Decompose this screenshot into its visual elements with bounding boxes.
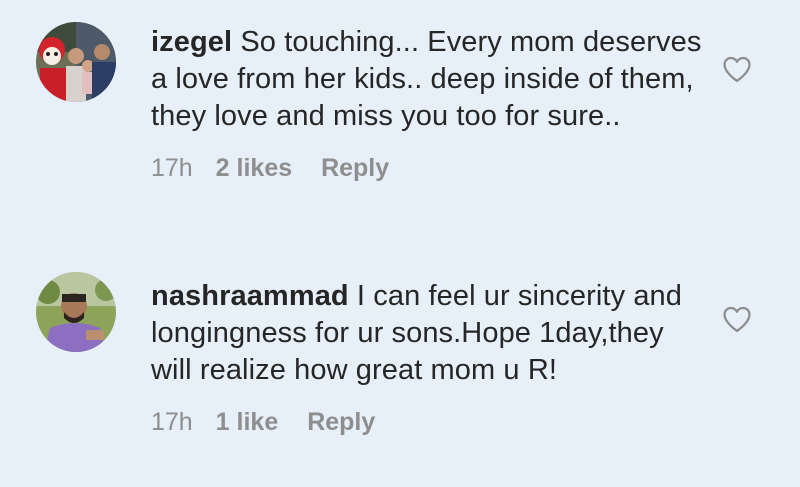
like-button[interactable] bbox=[722, 55, 752, 83]
reply-button[interactable]: Reply bbox=[307, 407, 375, 437]
comment-content: So touching... Every mom deserves a love… bbox=[151, 26, 702, 132]
comment-body: izegel So touching... Every mom deserves… bbox=[151, 24, 711, 183]
timestamp: 17h bbox=[151, 154, 193, 182]
timestamp: 17h bbox=[151, 408, 193, 436]
heart-outline-icon bbox=[723, 56, 751, 82]
comment-text: izegel So touching... Every mom deserves… bbox=[151, 24, 711, 135]
heart-outline-icon bbox=[723, 306, 751, 332]
comment-text: nashraammad I can feel ur sincerity and … bbox=[151, 278, 711, 389]
likes-count[interactable]: 1 like bbox=[216, 407, 279, 437]
profile-photo-icon bbox=[36, 272, 116, 352]
comment-body: nashraammad I can feel ur sincerity and … bbox=[151, 278, 711, 437]
comment-meta: 17h 2 likes Reply bbox=[151, 153, 711, 183]
likes-count[interactable]: 2 likes bbox=[216, 153, 292, 183]
like-button[interactable] bbox=[722, 305, 752, 333]
comment-item: nashraammad I can feel ur sincerity and … bbox=[0, 248, 800, 487]
username[interactable]: nashraammad bbox=[151, 280, 349, 312]
avatar[interactable] bbox=[36, 22, 116, 102]
comment-item: izegel So touching... Every mom deserves… bbox=[0, 0, 800, 240]
username[interactable]: izegel bbox=[151, 26, 232, 58]
avatar[interactable] bbox=[36, 272, 116, 352]
profile-photo-icon bbox=[36, 22, 116, 102]
reply-button[interactable]: Reply bbox=[321, 153, 389, 183]
comment-meta: 17h 1 like Reply bbox=[151, 407, 711, 437]
